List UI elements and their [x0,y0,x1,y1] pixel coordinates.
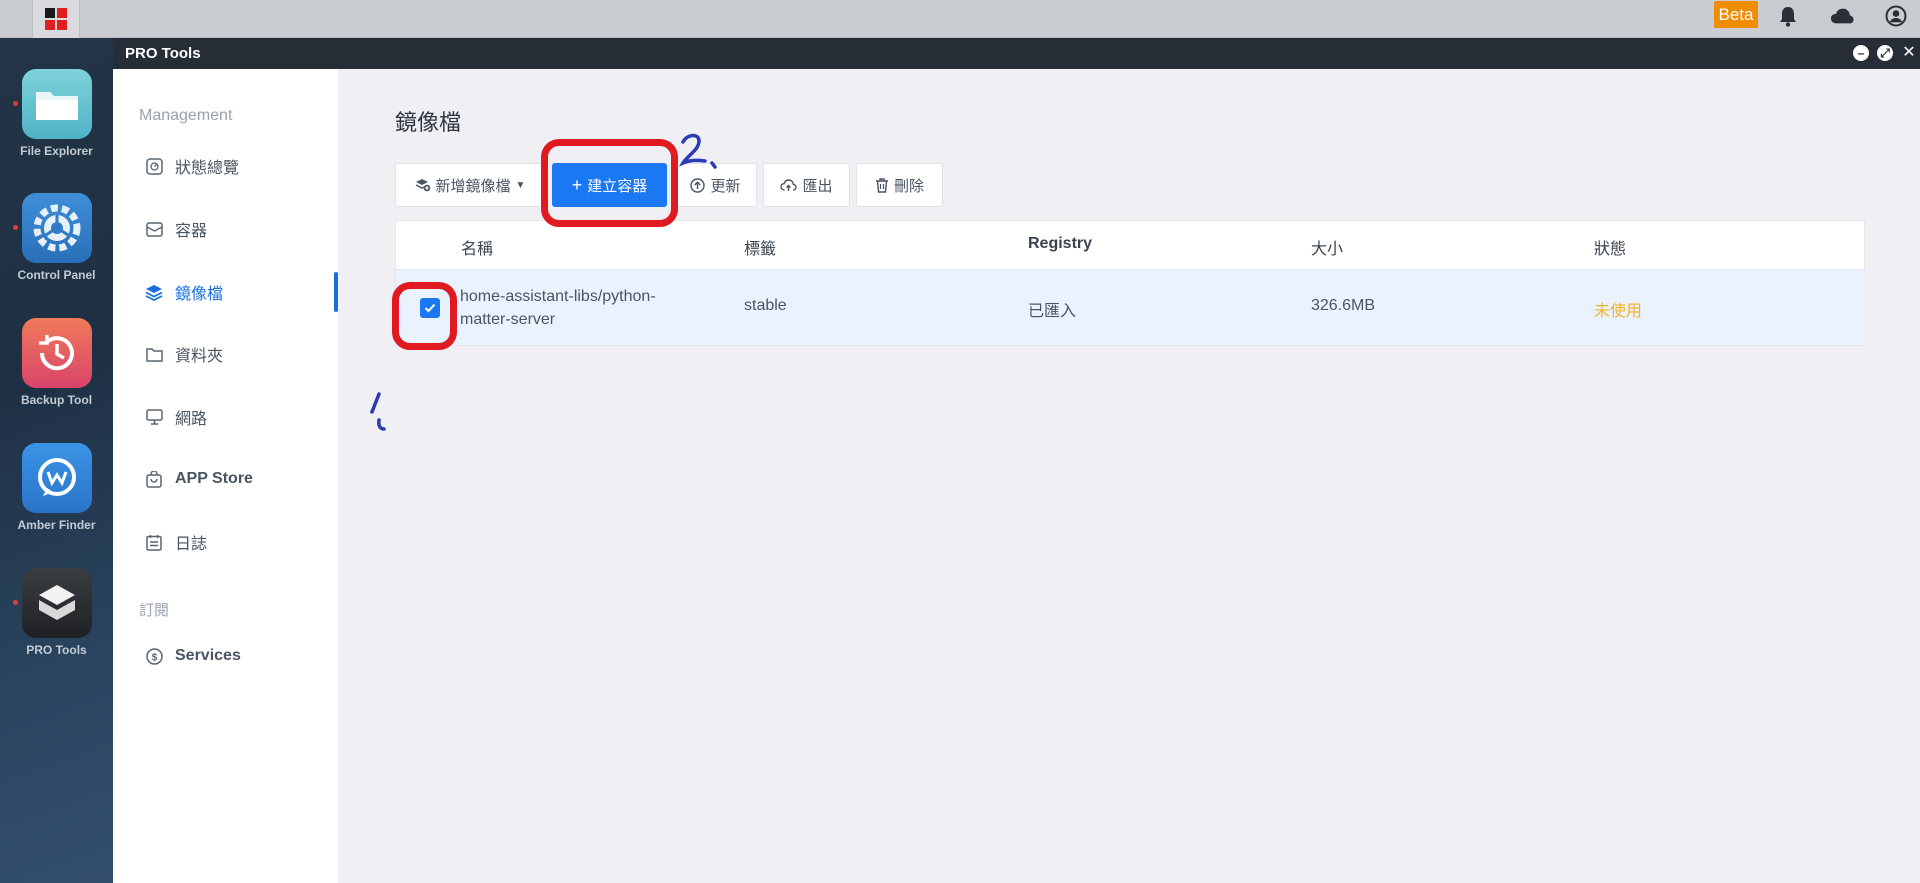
gauge-icon [145,157,163,175]
trash-icon [875,177,889,193]
window-titlebar[interactable]: PRO Tools – ⤢ ✕ [113,38,1920,69]
monitor-icon [145,408,163,426]
table-header: 名稱 標籤 Registry 大小 狀態 [396,221,1866,270]
column-header-name[interactable]: 名稱 [461,235,493,259]
dollar-circle-icon: $ [145,647,163,665]
sidebar-item-app-store[interactable]: APP Store [113,459,338,499]
svg-text:$: $ [151,652,157,663]
sidebar: Management 狀態總覽 容器 鏡像檔 資料夾 網路 APP Store [113,69,338,883]
calendar-log-icon [145,533,163,551]
annotation-number-2 [678,133,717,169]
cell-status: 未使用 [1594,303,1643,320]
start-menu-button[interactable] [32,0,80,38]
column-header-tag[interactable]: 標籤 [744,235,776,259]
layers-icon [145,283,163,301]
running-indicator [13,101,18,106]
annotation-number-1 [370,392,386,431]
section-management: Management [139,107,233,124]
column-header-status[interactable]: 狀態 [1594,235,1626,259]
page-title: 鏡像檔 [395,110,462,135]
folder-icon [21,69,92,139]
delete-button[interactable]: 刪除 [856,163,943,207]
close-icon[interactable]: ✕ [1901,45,1917,61]
cell-tag: stable [744,297,787,314]
gear-icon [21,193,92,263]
sidebar-item-services[interactable]: $ Services [113,636,338,676]
user-icon[interactable] [1884,4,1908,28]
column-header-registry[interactable]: Registry [1028,235,1092,253]
sidebar-item-logs[interactable]: 日誌 [113,522,338,562]
dock-item-control-panel[interactable]: Control Panel [0,193,113,282]
bell-icon[interactable] [1776,4,1800,28]
cloud-upload-icon [780,178,798,192]
dock-item-backup-tool[interactable]: Backup Tool [0,318,113,407]
add-image-dropdown-button[interactable]: 新增鏡像檔 ▼ [395,163,545,207]
restore-icon[interactable]: ⤢ [1877,45,1893,61]
export-button[interactable]: 匯出 [763,163,850,207]
app-dock: File Explorer Control Panel Backup Tool … [0,38,113,883]
caret-down-icon: ▼ [515,179,526,191]
window-title: PRO Tools [125,45,201,62]
running-indicator [13,600,18,605]
dock-item-file-explorer[interactable]: File Explorer [0,69,113,158]
folder-outline-icon [145,345,163,363]
sidebar-item-folders[interactable]: 資料夾 [113,334,338,374]
annotation-ring-create-container [541,139,678,227]
finder-icon [21,443,92,513]
images-table: 名稱 標籤 Registry 大小 狀態 home-assistant-libs… [395,220,1866,346]
cloud-icon[interactable] [1830,4,1854,28]
sidebar-item-network[interactable]: 網路 [113,397,338,437]
pro-tools-window: PRO Tools – ⤢ ✕ Management 狀態總覽 容器 鏡像檔 資… [113,38,1920,883]
running-indicator [13,225,18,230]
container-icon [145,220,163,238]
sidebar-item-overview[interactable]: 狀態總覽 [113,146,338,186]
cell-size: 326.6MB [1311,297,1376,314]
box-icon [21,568,92,638]
cell-name: home-assistant-libs/python- matter-serve… [460,288,656,328]
beta-badge[interactable]: Beta [1714,1,1758,28]
section-subscribe: 訂閱 [139,602,170,619]
dock-item-amber-finder[interactable]: Amber Finder [0,443,113,532]
sidebar-item-containers[interactable]: 容器 [113,209,338,249]
layers-add-icon [415,178,431,192]
dock-item-pro-tools[interactable]: PRO Tools [0,568,113,657]
column-header-size[interactable]: 大小 [1311,235,1343,259]
windows-logo-icon [45,8,67,30]
minimize-icon[interactable]: – [1853,45,1869,61]
clock-icon [21,318,92,388]
main-content: 鏡像檔 新增鏡像檔 ▼ + 建立容器 更新 匯出 刪除 名稱 標籤 Regist… [338,69,1920,883]
shopping-bag-icon [145,470,163,488]
sidebar-item-images[interactable]: 鏡像檔 [113,272,338,312]
cell-registry: 已匯入 [1028,303,1077,320]
table-row[interactable]: home-assistant-libs/python- matter-serve… [396,270,1866,345]
annotation-ring-checkbox [392,282,457,350]
system-top-bar: Beta [0,0,1920,38]
